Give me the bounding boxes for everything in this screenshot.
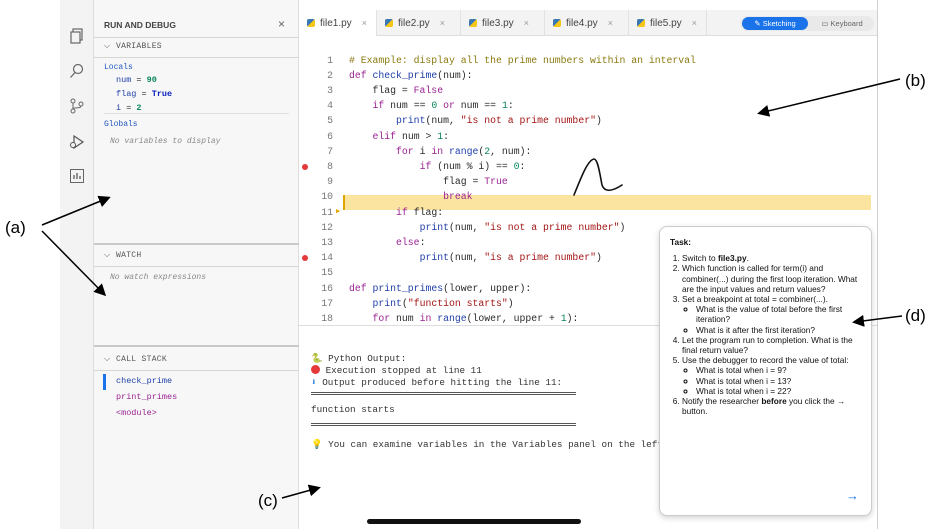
annotation-arrows bbox=[41, 78, 903, 499]
arrow-b bbox=[757, 78, 901, 117]
arrow-a-upper bbox=[41, 195, 111, 226]
arrow-a-lower bbox=[41, 230, 107, 297]
arrow-d bbox=[852, 314, 903, 327]
arrow-c bbox=[281, 484, 321, 499]
